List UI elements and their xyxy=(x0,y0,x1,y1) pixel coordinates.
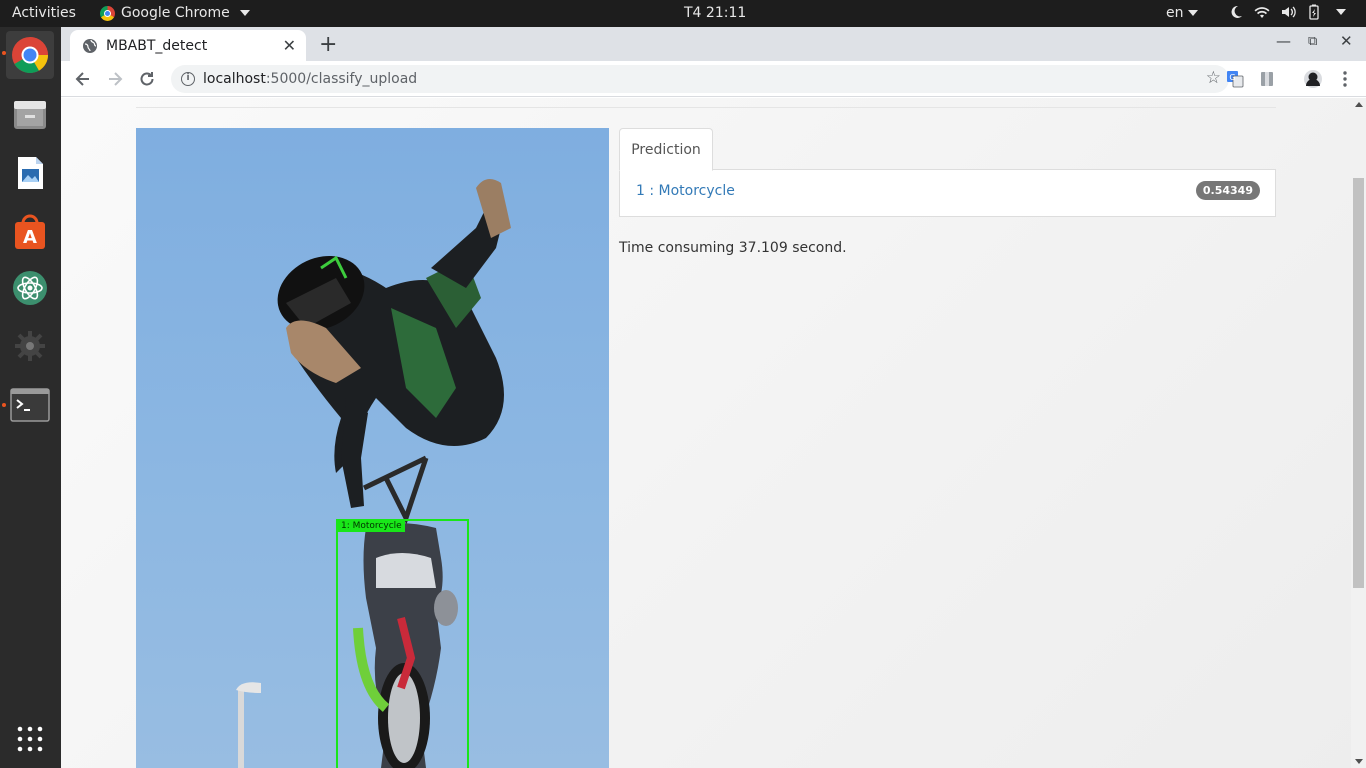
scroll-up-arrow-icon[interactable] xyxy=(1355,102,1363,107)
scroll-down-arrow-icon[interactable] xyxy=(1355,759,1363,764)
tab-prediction[interactable]: Prediction xyxy=(619,128,713,171)
star-icon[interactable]: ☆ xyxy=(1206,68,1221,88)
forward-button[interactable] xyxy=(105,69,125,89)
browser-tab[interactable]: MBABT_detect ✕ xyxy=(70,30,306,61)
activities-button[interactable]: Activities xyxy=(12,5,76,21)
svg-text:A: A xyxy=(23,227,37,248)
dock-item-settings[interactable] xyxy=(6,322,54,370)
writer-icon xyxy=(18,157,43,189)
info-icon[interactable]: i xyxy=(181,72,195,86)
profile-button[interactable] xyxy=(1303,69,1323,89)
chrome-icon xyxy=(100,5,115,21)
time-consuming-text: Time consuming 37.109 second. xyxy=(619,240,847,256)
close-icon[interactable]: ✕ xyxy=(283,36,296,55)
dock-item-terminal[interactable] xyxy=(6,381,54,429)
svg-text:G: G xyxy=(1229,73,1235,82)
more-vertical-icon xyxy=(1343,71,1347,87)
result-image: 1: Motorcycle xyxy=(136,128,609,768)
dock-item-software[interactable]: A xyxy=(6,208,54,256)
terminal-icon xyxy=(10,388,50,422)
address-bar[interactable]: i localhost:5000/classify_upload ☆ xyxy=(171,65,1229,93)
page-scrollbar[interactable] xyxy=(1351,98,1366,768)
tab-strip: MBABT_detect ✕ + — ⧉ ✕ xyxy=(61,27,1366,61)
software-center-icon: A xyxy=(15,214,45,249)
translate-button[interactable]: G xyxy=(1225,69,1245,89)
detection-bounding-box: 1: Motorcycle xyxy=(336,519,469,768)
restore-button[interactable]: ⧉ xyxy=(1308,34,1317,49)
gear-icon xyxy=(15,331,45,361)
prediction-item-link[interactable]: 1 : Motorcycle xyxy=(636,183,735,199)
battery-icon xyxy=(1306,4,1322,20)
chrome-icon xyxy=(12,37,49,74)
dock-item-writer[interactable] xyxy=(6,149,54,197)
reload-icon xyxy=(140,72,154,86)
browser-toolbar: i localhost:5000/classify_upload ☆ G xyxy=(61,61,1366,97)
menu-button[interactable] xyxy=(1335,69,1355,89)
dock-item-files[interactable] xyxy=(6,90,54,138)
arrow-left-icon xyxy=(75,72,89,86)
chevron-down-icon xyxy=(239,10,250,16)
extension-button[interactable] xyxy=(1257,69,1277,89)
detection-label: 1: Motorcycle xyxy=(338,521,405,532)
score-badge: 0.54349 xyxy=(1195,181,1260,200)
tab-title: MBABT_detect xyxy=(106,37,208,54)
system-top-bar: Activities Google Chrome T4 21:11 en xyxy=(0,0,1366,27)
reload-button[interactable] xyxy=(137,69,157,89)
system-tray[interactable] xyxy=(1228,4,1346,20)
minimize-button[interactable]: — xyxy=(1276,32,1291,50)
clock[interactable]: T4 21:11 xyxy=(684,5,746,21)
page-viewport: 1: Motorcycle Prediction 1 : Motorcycle … xyxy=(61,98,1366,768)
wifi-icon xyxy=(1254,4,1270,20)
dock-item-atom[interactable] xyxy=(6,264,54,312)
chrome-window: MBABT_detect ✕ + — ⧉ ✕ i localhost:5000/… xyxy=(61,27,1366,768)
app-menu-label: Google Chrome xyxy=(121,5,230,21)
url-text[interactable]: localhost:5000/classify_upload xyxy=(203,71,417,87)
app-menu[interactable]: Google Chrome xyxy=(100,5,250,21)
show-applications-button[interactable] xyxy=(6,715,54,763)
extension-icon xyxy=(1261,72,1273,86)
new-tab-button[interactable]: + xyxy=(319,32,337,57)
dock-item-chrome[interactable] xyxy=(6,31,54,79)
prediction-list: 1 : Motorcycle 0.54349 xyxy=(619,169,1276,217)
close-window-button[interactable]: ✕ xyxy=(1340,32,1353,50)
url-path: :5000/classify_upload xyxy=(265,71,418,87)
back-button[interactable] xyxy=(73,69,93,89)
chevron-down-icon xyxy=(1336,9,1346,15)
translate-icon: G xyxy=(1227,71,1244,88)
arrow-right-icon xyxy=(109,72,123,86)
avatar xyxy=(1304,70,1322,88)
atom-icon xyxy=(13,271,47,305)
dock: A xyxy=(0,27,61,768)
globe-icon xyxy=(83,38,97,53)
apps-grid-icon xyxy=(17,726,43,752)
volume-icon xyxy=(1280,4,1296,20)
divider xyxy=(136,107,1276,108)
language-selector[interactable]: en xyxy=(1166,5,1198,21)
chevron-down-icon xyxy=(1187,10,1198,16)
night-light-icon xyxy=(1228,4,1244,20)
url-host: localhost xyxy=(203,71,266,87)
scrollbar-thumb[interactable] xyxy=(1353,178,1364,588)
files-icon xyxy=(14,101,46,129)
language-label: en xyxy=(1166,5,1184,21)
